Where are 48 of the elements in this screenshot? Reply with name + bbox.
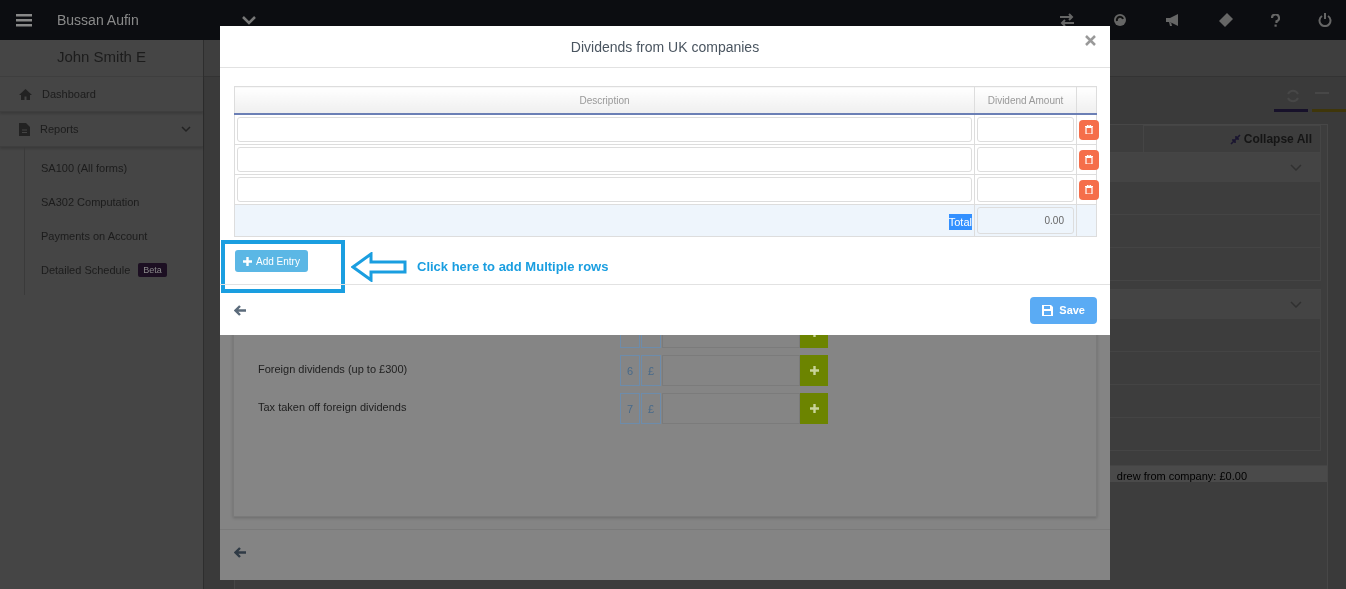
field-label: Tax taken off foreign dividends bbox=[258, 401, 407, 413]
delete-button[interactable] bbox=[1079, 179, 1099, 200]
chevron-down-icon[interactable] bbox=[242, 15, 256, 25]
delete-button[interactable] bbox=[1079, 149, 1099, 170]
close-icon[interactable] bbox=[1085, 35, 1096, 46]
currency-symbol: £ bbox=[641, 393, 661, 424]
box-number: 6 bbox=[620, 355, 640, 386]
plus-icon bbox=[243, 256, 252, 266]
add-button[interactable] bbox=[800, 393, 828, 424]
arrow-icon bbox=[351, 251, 407, 282]
brand-name: Bussan Aufin bbox=[57, 12, 140, 28]
plus-icon bbox=[809, 366, 819, 375]
amount-field[interactable] bbox=[662, 393, 800, 424]
column-header: Description bbox=[234, 86, 975, 114]
currency-symbol: £ bbox=[641, 355, 661, 386]
total-label: Total bbox=[948, 213, 972, 230]
help-icon[interactable] bbox=[1271, 13, 1280, 27]
column-header: Dividend Amount bbox=[974, 86, 1077, 114]
home-icon bbox=[19, 88, 32, 100]
trash-icon bbox=[1085, 185, 1093, 194]
megaphone-icon[interactable] bbox=[1165, 13, 1181, 27]
description-field[interactable] bbox=[237, 117, 972, 142]
trash-icon bbox=[1085, 155, 1093, 164]
floppy-icon bbox=[1042, 304, 1054, 316]
description-field[interactable] bbox=[237, 147, 972, 172]
save-button[interactable]: Save bbox=[1030, 296, 1097, 324]
delete-button[interactable] bbox=[1079, 119, 1099, 140]
beta-badge: Beta bbox=[138, 263, 167, 277]
menu-icon[interactable] bbox=[16, 13, 32, 27]
add-entry-button[interactable]: Add Entry bbox=[235, 250, 308, 272]
amount-field[interactable] bbox=[662, 355, 800, 386]
back-arrow-icon[interactable] bbox=[234, 304, 246, 316]
field-label: Foreign dividends (up to £300) bbox=[258, 363, 408, 375]
trash-icon bbox=[1085, 125, 1093, 134]
back-arrow-icon[interactable] bbox=[234, 546, 246, 558]
total-field: 0.00 bbox=[977, 207, 1074, 234]
document-icon bbox=[19, 122, 30, 136]
power-icon[interactable] bbox=[1318, 13, 1332, 27]
plus-icon bbox=[809, 404, 819, 413]
compress-icon bbox=[1229, 133, 1241, 145]
description-field[interactable] bbox=[237, 177, 972, 202]
swirl-icon[interactable] bbox=[1113, 13, 1127, 27]
swap-icon[interactable] bbox=[1059, 13, 1075, 27]
add-button[interactable] bbox=[800, 355, 828, 386]
box-number: 7 bbox=[620, 393, 640, 424]
chevron-icon[interactable] bbox=[181, 125, 191, 133]
dialog-title: Dividends from UK companies bbox=[570, 38, 760, 55]
callout-text: Click here to add Multiple rows bbox=[417, 259, 609, 274]
